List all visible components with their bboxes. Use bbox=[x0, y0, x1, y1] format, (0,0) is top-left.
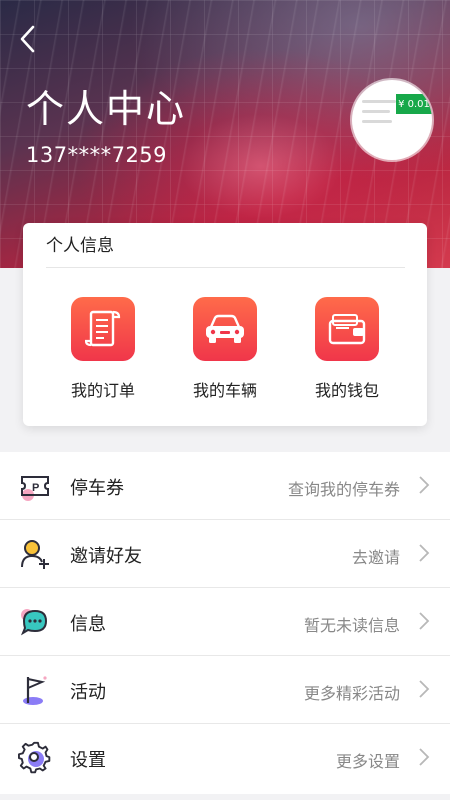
page-title: 个人中心 bbox=[26, 87, 187, 131]
svg-text:P: P bbox=[32, 482, 39, 494]
my-vehicles-button[interactable]: 我的车辆 bbox=[170, 297, 280, 401]
order-scroll-icon bbox=[85, 310, 121, 347]
my-wallet-button[interactable]: 我的钱包 bbox=[292, 297, 402, 401]
vehicle-tile bbox=[193, 297, 257, 361]
my-orders-button[interactable]: 我的订单 bbox=[48, 297, 158, 401]
wallet-tile bbox=[315, 297, 379, 361]
personal-info-title: 个人信息 bbox=[46, 236, 114, 256]
avatar-line bbox=[362, 120, 392, 123]
chevron-left-icon bbox=[20, 25, 35, 53]
parking-ticket-icon: P bbox=[21, 476, 49, 501]
menu-item-label: 停车券 bbox=[70, 478, 124, 499]
flag-icon bbox=[23, 676, 47, 705]
menu-item-label: 邀请好友 bbox=[70, 546, 142, 567]
back-button[interactable] bbox=[10, 20, 44, 58]
menu-item-hint: 更多精彩活动 bbox=[303, 684, 400, 703]
wallet-icon bbox=[328, 314, 366, 345]
menu-item-label: 设置 bbox=[70, 750, 106, 771]
menu-item-hint: 暂无未读信息 bbox=[303, 616, 400, 635]
chevron-right-icon bbox=[419, 544, 430, 562]
chevron-right-icon bbox=[419, 680, 430, 698]
order-tile bbox=[71, 297, 135, 361]
chevron-right-icon bbox=[419, 476, 430, 494]
menu-item-settings[interactable]: 设置 更多设置 bbox=[0, 724, 450, 794]
car-icon bbox=[206, 314, 244, 343]
add-friend-icon bbox=[21, 540, 49, 569]
menu-item-messages[interactable]: 信息 暂无未读信息 bbox=[0, 588, 450, 656]
menu-item-label: 信息 bbox=[70, 614, 106, 635]
avatar-badge: ¥ 0.01 bbox=[396, 94, 432, 114]
gear-icon bbox=[18, 741, 51, 774]
menu-item-hint: 去邀请 bbox=[351, 548, 400, 567]
menu-item-parking-ticket[interactable]: P 停车券 查询我的停车券 bbox=[0, 452, 450, 520]
chevron-right-icon bbox=[419, 748, 430, 766]
my-orders-label: 我的订单 bbox=[70, 381, 135, 400]
user-phone: 137****7259 bbox=[26, 143, 168, 167]
my-wallet-label: 我的钱包 bbox=[314, 381, 379, 400]
avatar[interactable]: ¥ 0.01 bbox=[352, 80, 432, 160]
menu-list: P 停车券 查询我的停车券 邀请好友 去邀请 信息 暂无未读信息 活动 更多精彩… bbox=[0, 452, 450, 794]
my-vehicles-label: 我的车辆 bbox=[192, 381, 257, 400]
chevron-right-icon bbox=[419, 612, 430, 630]
menu-item-activities[interactable]: 活动 更多精彩活动 bbox=[0, 656, 450, 724]
message-bubble-icon bbox=[20, 609, 48, 636]
menu-item-invite-friends[interactable]: 邀请好友 去邀请 bbox=[0, 520, 450, 588]
menu-item-hint: 查询我的停车券 bbox=[287, 480, 400, 499]
avatar-line bbox=[362, 100, 396, 103]
divider bbox=[46, 267, 405, 268]
personal-info-card: 个人信息 我的订单 我的车辆 我的钱包 bbox=[23, 223, 427, 426]
avatar-line bbox=[362, 110, 390, 113]
menu-item-hint: 更多设置 bbox=[335, 752, 400, 771]
menu-item-label: 活动 bbox=[70, 682, 106, 703]
